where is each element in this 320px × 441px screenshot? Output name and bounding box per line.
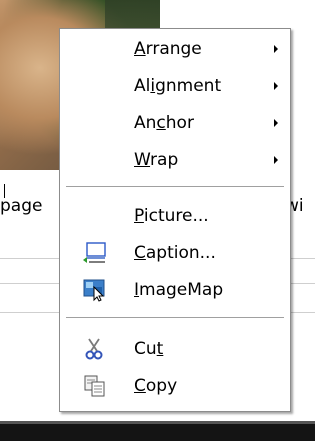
scissors-icon (82, 337, 108, 361)
context-menu: Arrange Alignment Anchor Wrap Picture...… (59, 28, 291, 412)
submenu-arrow-icon (274, 156, 278, 164)
document-text-left: page (0, 196, 43, 216)
copy-icon (82, 374, 108, 398)
submenu-arrow-icon (274, 119, 278, 127)
mnemonic-letter: t (156, 339, 164, 359)
menu-item-arrange[interactable]: Arrange (60, 32, 290, 66)
menu-item-label: Cut (134, 339, 164, 359)
submenu-arrow-icon (274, 45, 278, 53)
menu-item-label: Picture... (134, 206, 209, 226)
menu-item-copy[interactable]: Copy (60, 369, 290, 403)
caption-icon (82, 241, 108, 265)
menu-item-label: Arrange (134, 39, 202, 59)
menu-separator (66, 317, 284, 319)
mnemonic-letter: W (134, 150, 151, 170)
menu-item-label: Alignment (134, 76, 222, 96)
menu-separator (66, 186, 284, 188)
submenu-arrow-icon (274, 82, 278, 90)
menu-item-label: Wrap (134, 150, 179, 170)
menu-item-label: ImageMap (134, 280, 224, 300)
mnemonic-letter: I (134, 280, 140, 300)
menu-item-cut[interactable]: Cut (60, 332, 290, 366)
mnemonic-letter: i (150, 76, 156, 96)
menu-item-caption[interactable]: Caption... (60, 236, 290, 270)
menu-item-label: Anchor (134, 113, 194, 133)
menu-item-label: Caption... (134, 243, 216, 263)
status-bar (0, 421, 315, 441)
menu-item-label: Copy (134, 376, 178, 396)
menu-item-picture[interactable]: Picture... (60, 199, 290, 233)
mnemonic-letter: c (156, 113, 166, 133)
menu-item-alignment[interactable]: Alignment (60, 69, 290, 103)
mnemonic-letter: C (134, 376, 146, 396)
menu-item-wrap[interactable]: Wrap (60, 143, 290, 177)
menu-item-anchor[interactable]: Anchor (60, 106, 290, 140)
mnemonic-letter: P (134, 206, 144, 226)
mnemonic-letter: C (134, 243, 146, 263)
menu-item-imagemap[interactable]: ImageMap (60, 273, 290, 307)
imagemap-icon (82, 278, 108, 302)
mnemonic-letter: A (134, 39, 146, 59)
